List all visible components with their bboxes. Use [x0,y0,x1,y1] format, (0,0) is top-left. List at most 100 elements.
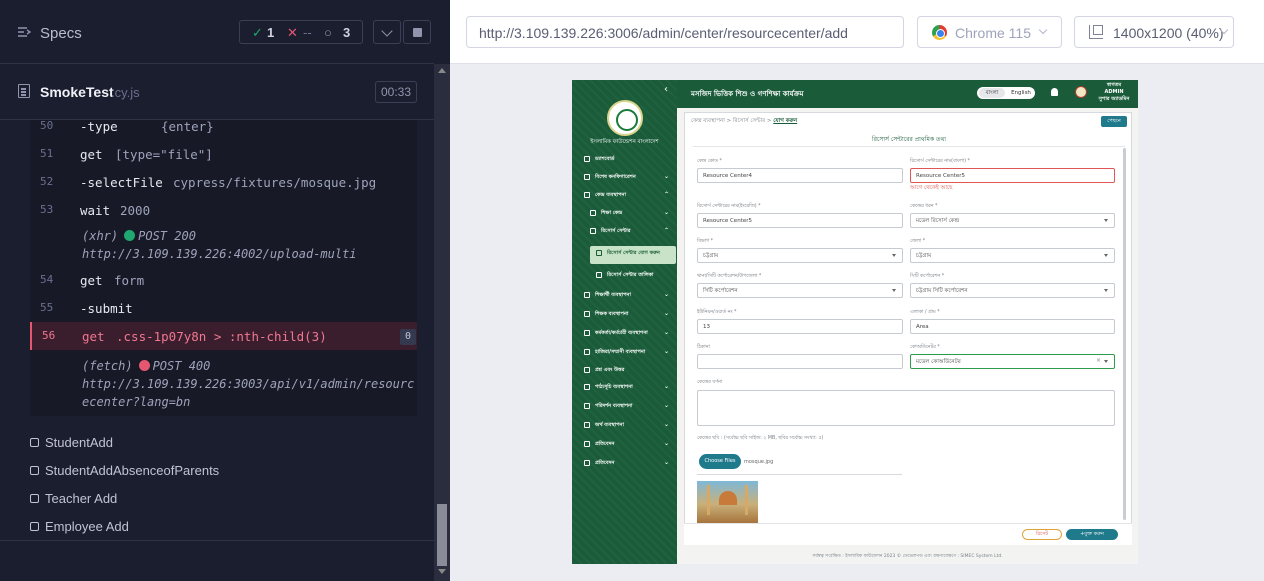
lang-bangla[interactable]: বাংলা [979,88,1005,98]
notification-bell-icon[interactable] [1051,88,1058,96]
minaret-shape [707,485,710,515]
user-role: সুপার অ্যাডমিন [1098,96,1130,102]
xhr-log[interactable]: (xhr) POST 200 http://3.109.139.226:4002/… [82,227,357,263]
passed-count: 1 [267,25,275,40]
breadcrumb-item[interactable]: কেন্দ্র ব্যবস্থাপনা [691,118,725,124]
scroll-up-arrow-icon[interactable] [438,68,446,73]
back-button[interactable]: পেছনে [1101,116,1127,127]
language-toggle[interactable]: বাংলা English [977,87,1035,99]
dropdown-arrow-icon [1104,360,1108,363]
command-number: 50 [40,120,54,132]
specs-label[interactable]: Specs [40,25,82,42]
center-type-select[interactable]: মডেল রিসোর্স কেন্দ্র [910,213,1115,228]
menu-student-management[interactable]: শিক্ষার্থী ব্যবস্থাপনা ⌄ [572,288,677,304]
command-row[interactable]: 53 wait 2000 [30,196,417,224]
fetch-log[interactable]: (fetch) POST 400 http://3.109.139.226:300… [82,357,414,411]
test-stats: ✓ 1 ✕ -- ○ 3 [239,20,363,44]
city-corp-select[interactable]: চট্টগ্রাম সিটি কর্পোরেশন [910,283,1115,298]
menu-reports[interactable]: প্রতিবেদন ⌄ [572,437,677,453]
menu-resource-center[interactable]: রিসোর্স সেন্টার ⌃ [572,224,677,240]
file-icon [18,84,30,98]
submit-button[interactable]: +যুক্ত করুন [1066,529,1118,540]
command-row[interactable]: 54 get form [30,266,417,294]
command-row[interactable]: 51 get [type="file"] [30,140,417,168]
menu-resource-center-list[interactable]: রিসোর্স সেন্টার তালিকা [572,268,677,284]
question-icon [584,367,590,373]
command-row[interactable]: 52 -selectFile cypress/fixtures/mosque.j… [30,168,417,196]
menu-attendance-management[interactable]: হাজিরা/সম্মানী ব্যবস্থাপনা ⌄ [572,345,677,361]
rc-name-en-input[interactable]: Resource Center5 [697,213,903,228]
viewport-ruler-icon [1089,25,1103,39]
test-pending-icon [30,494,39,503]
spec-duration: 00:33 [375,81,417,103]
command-row[interactable]: 55 -submit [30,294,417,322]
avatar[interactable] [1075,86,1087,98]
command-log: 50 -type {enter} 51 get [type="file"] 52… [30,120,417,416]
chevron-down-icon: ⌄ [664,291,670,298]
specs-menu-icon[interactable] [17,25,31,39]
menu-employee-management[interactable]: কর্মকর্তা/কর্মচারী ব্যবস্থাপনা ⌄ [572,326,677,342]
org-logo [607,100,643,136]
menu-finance-management[interactable]: অর্থ ব্যবস্থাপনা ⌄ [572,418,677,434]
form-title: রিসোর্স সেন্টারের প্রাথমিক তথ্য [693,133,1125,147]
menu-special-config[interactable]: বিশেষ কনফিগারেশন ⌄ [572,170,677,186]
address-input[interactable] [697,354,903,369]
menu-syllabus-management[interactable]: পাঠ্যসূচি ব্যবস্থাপনা ⌄ [572,380,677,396]
menu-add-resource-center[interactable]: রিসোর্স সেন্টার যোগ করুন [590,246,676,264]
command-count-badge: 0 [400,329,416,345]
coordinator-select[interactable]: মডেল কোঅর্ডিনেটর × [910,354,1115,369]
center-code-input[interactable]: Resource Center4 [697,168,903,183]
union-input[interactable]: 13 [697,319,903,334]
user-info[interactable]: স্বাগতম ADMIN সুপার অ্যাডমিন [1090,82,1138,103]
command-row-failed[interactable]: 56 get .css-1p07y8n > :nth-child(3) 0 [30,322,417,350]
scrollbar-thumb[interactable] [437,504,447,566]
select-value: চট্টগ্রাম [703,253,719,259]
form-scrollbar[interactable] [1123,148,1126,520]
url-bar[interactable]: http://3.109.139.226:3006/admin/center/r… [466,16,904,48]
description-textarea[interactable] [697,390,1115,426]
division-select[interactable]: চট্টগ্রাম [697,248,903,263]
aut-header: http://3.109.139.226:3006/admin/center/r… [450,0,1264,64]
breadcrumb-item[interactable]: রিসোর্স সেন্টার [733,118,765,124]
collapse-sidebar-icon[interactable]: ‹ [664,84,668,95]
chevron-down-button[interactable] [373,20,401,44]
menu-label: কর্মকর্তা/কর্মচারী ব্যবস্থাপনা [595,330,648,336]
dropdown-arrow-icon [1104,254,1108,257]
menu-reports-2[interactable]: প্রতিবেদন ⌄ [572,456,677,472]
menu-inspection-management[interactable]: পরিদর্শন ব্যবস্থাপনা ⌄ [572,399,677,415]
add-icon [596,250,602,256]
browser-selector[interactable]: Chrome 115 [917,16,1062,48]
lang-english[interactable]: English [1009,88,1033,98]
reset-button[interactable]: রিসেট [1022,529,1062,540]
center-icon [584,192,590,198]
center-type-label: কেন্দ্রের ধরন * [910,204,938,209]
spec-file-name[interactable]: SmokeTest [40,84,114,100]
stop-button[interactable] [403,20,431,44]
reporter-scrollbar[interactable] [434,64,450,581]
area-input[interactable]: Area [910,319,1115,334]
clear-icon[interactable]: × [1096,357,1101,364]
menu-education-center[interactable]: শিক্ষা কেন্দ্র ⌄ [572,206,677,222]
menu-qa[interactable]: প্রশ্ন এবং উত্তর [572,363,677,379]
finance-icon [584,422,590,428]
inspection-icon [584,403,590,409]
viewport-selector[interactable]: 1400x1200 (40%) [1074,16,1234,48]
scroll-down-arrow-icon[interactable] [438,569,446,574]
cypress-reporter: Specs ✓ 1 ✕ -- ○ 3 SmokeTest .cy.js 00:3… [0,0,434,581]
choose-files-button[interactable]: Choose Files [699,454,741,469]
upazila-select[interactable]: সিটি কর্পোরেশন [697,283,903,298]
menu-dashboard[interactable]: ড্যাশবোর্ড [572,152,677,168]
menu-label: রিসোর্স সেন্টার যোগ করুন [607,250,660,256]
menu-label: কেন্দ্র ব্যবস্থাপনা [595,192,626,198]
district-select[interactable]: চট্টগ্রাম [910,248,1115,263]
dropdown-arrow-icon [1104,219,1108,222]
menu-center-management[interactable]: কেন্দ্র ব্যবস্থাপনা ⌃ [572,188,677,204]
command-number: 52 [40,175,54,188]
menu-label: পরিদর্শন ব্যবস্থাপনা [595,403,633,409]
rc-name-bn-input[interactable]: Resource Center5 [910,168,1115,183]
division-label: বিভাগ * [697,239,714,244]
chevron-down-icon: ⌄ [664,173,670,180]
menu-teacher-management[interactable]: শিক্ষক ব্যবস্থাপনা ⌄ [572,307,677,323]
command-row[interactable]: 50 -type {enter} [30,120,417,140]
user-greeting: স্বাগতম [1106,82,1122,88]
